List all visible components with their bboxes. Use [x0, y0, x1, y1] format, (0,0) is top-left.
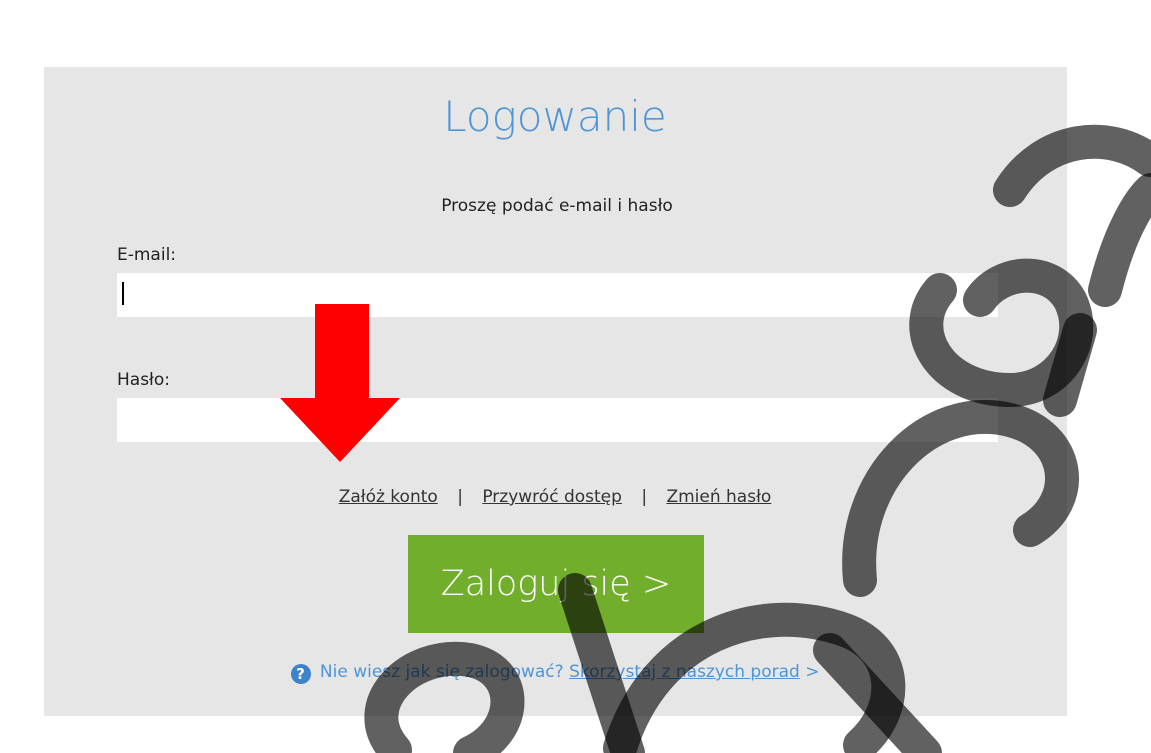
- account-links: Załóż konto | Przywróć dostęp | Zmień ha…: [0, 487, 1110, 507]
- change-password-link[interactable]: Zmień hasło: [666, 487, 771, 507]
- email-field[interactable]: [117, 273, 998, 317]
- help-line: ? Nie wiesz jak się zalogować? Skorzysta…: [0, 662, 1110, 684]
- text-caret: [122, 282, 124, 305]
- page-title: Logowanie: [443, 92, 667, 141]
- help-tips-link[interactable]: Skorzystaj z naszych porad: [569, 662, 800, 682]
- password-field[interactable]: [117, 398, 998, 442]
- password-label: Hasło:: [117, 370, 171, 390]
- question-circle-icon: ?: [290, 664, 311, 684]
- help-text: Nie wiesz jak się zalogować?: [319, 662, 564, 682]
- help-link-chevron: >: [805, 662, 820, 682]
- link-separator: |: [457, 487, 463, 507]
- link-separator: |: [641, 487, 648, 507]
- red-down-arrow-icon: [280, 304, 400, 462]
- email-label: E-mail:: [117, 245, 177, 265]
- restore-access-link[interactable]: Przywróć dostęp: [482, 487, 622, 507]
- create-account-link[interactable]: Załóż konto: [339, 487, 438, 507]
- login-instructions: Proszę podać e-mail i hasło: [441, 196, 673, 216]
- login-button[interactable]: Zaloguj się >: [408, 535, 704, 633]
